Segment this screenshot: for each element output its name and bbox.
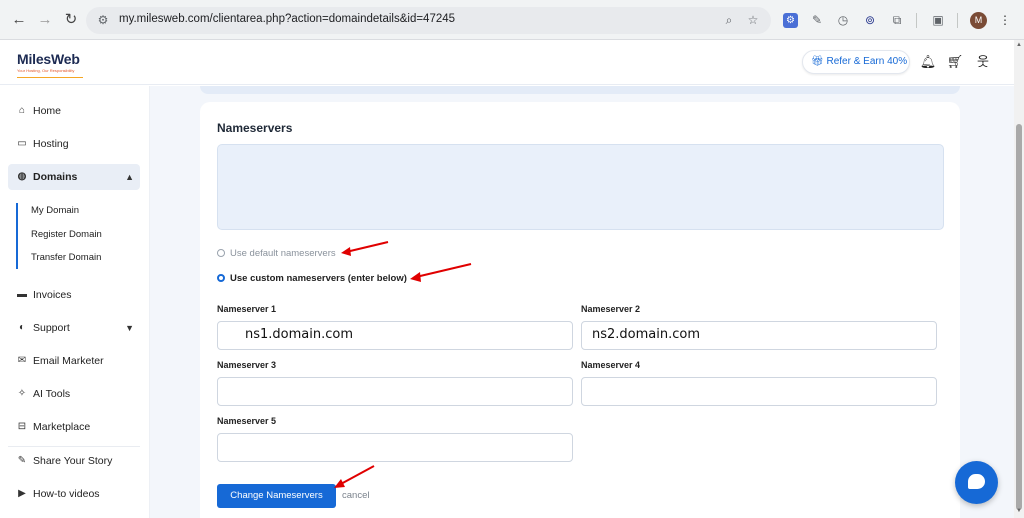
nameserver-1-label: Nameserver 1 [217,304,277,314]
sidebar-item-label: Share Your Story [33,455,113,467]
logo-tagline: Your Hosting, Our Responsibility [17,68,75,73]
sidebar-item-label: How-to videos [33,488,100,500]
refer-label: Refer & Earn 40% [826,56,908,67]
radio-label: Use custom nameservers (enter below) [230,273,407,284]
tab-search-icon[interactable]: ▣ [929,11,947,29]
url-text: my.milesweb.com/clientarea.php?action=do… [119,13,456,25]
annotation-arrow-default [341,241,389,256]
sidebar-item-home[interactable]: ⌂ Home [8,98,140,124]
scroll-up-icon[interactable]: ▲ [1015,42,1023,48]
sidebar-item-invoices[interactable]: ▬ Invoices [8,282,140,308]
app-header: MilesWeb Your Hosting, Our Responsibilit… [0,40,1014,85]
sidebar-item-label: AI Tools [33,388,71,400]
hosting-icon: ▭ [17,138,27,149]
refer-earn-button[interactable]: 🎁︎ Refer & Earn 40% [802,50,910,74]
email-icon: ✉ [17,355,27,366]
sidebar-item-how-to-videos[interactable]: ▶ How-to videos [8,481,140,507]
info-box [217,144,944,230]
globe-icon: ◍ [17,171,27,182]
change-nameservers-button[interactable]: Change Nameservers [217,484,336,508]
nameserver-3-label: Nameserver 3 [217,360,277,370]
address-bar[interactable]: ⚙ my.milesweb.com/clientarea.php?action=… [86,7,771,34]
sidebar-subitem-register-domain[interactable]: Register Domain [31,229,102,240]
link-extension-icon[interactable]: ⊚ [861,11,879,29]
video-icon: ▶ [18,488,26,499]
nameserver-5-input[interactable] [217,433,573,462]
forward-icon[interactable]: → [35,10,55,30]
annotation-arrow-custom [410,263,472,282]
extension-icon[interactable]: ⚙ [783,13,798,28]
sidebar-item-hosting[interactable]: ▭ Hosting [8,131,140,157]
puzzle-icon[interactable]: ⧉ [888,11,906,29]
sidebar-item-label: Support [33,322,70,334]
radio-default-nameservers[interactable]: Use default nameservers [217,248,336,259]
timer-extension-icon[interactable]: ◷ [834,11,852,29]
sidebar-item-label: Marketplace [33,421,91,433]
sidebar-item-share-your-story[interactable]: ✎ Share Your Story [8,448,140,474]
scroll-down-icon[interactable]: ▼ [1015,508,1023,514]
nameserver-3-input[interactable] [217,377,573,406]
ai-icon: ✧ [17,388,27,399]
sidebar-item-label: Invoices [33,289,72,301]
reload-icon[interactable]: ↻ [61,10,81,30]
radio-button[interactable] [217,249,225,257]
chevron-down-icon: ▼ [125,323,134,333]
chat-icon [968,474,985,489]
radio-custom-nameservers[interactable]: Use custom nameservers (enter below) [217,273,407,284]
previous-section-card [200,86,960,94]
zoom-icon[interactable]: ⌕ [721,12,737,28]
chevron-up-icon: ▲ [125,172,134,182]
sidebar-item-label: Home [33,105,62,117]
sidebar-item-label: Hosting [33,138,69,150]
radio-label: Use default nameservers [230,248,336,259]
milesweb-logo[interactable]: MilesWeb Your Hosting, Our Responsibilit… [17,51,83,78]
sidebar-item-marketplace[interactable]: ⊟ Marketplace [8,414,140,440]
nameserver-4-label: Nameserver 4 [581,360,641,370]
sidebar-subitem-transfer-domain[interactable]: Transfer Domain [31,252,101,263]
logo-text: MilesWeb [17,51,80,67]
star-icon[interactable]: ☆ [745,12,761,28]
edit-icon: ✎ [17,455,27,466]
invoice-icon: ▬ [17,289,27,300]
site-settings-icon[interactable]: ⚙ [95,12,111,28]
page-scrollbar[interactable]: ▲ ▼ [1014,40,1024,518]
sidebar-item-email-marketer[interactable]: ✉ Email Marketer [8,348,140,374]
back-icon[interactable]: ← [9,10,29,30]
support-icon: ◐ [18,322,26,333]
sidebar-item-support[interactable]: ◐ Support ▼ [8,315,140,341]
chat-button[interactable] [955,461,998,504]
profile-avatar[interactable]: M [970,12,987,29]
scroll-thumb[interactable] [1016,124,1022,510]
home-icon: ⌂ [18,105,26,116]
sidebar-item-ai-tools[interactable]: ✧ AI Tools [8,381,140,407]
browser-toolbar: ← → ↻ ⚙ my.milesweb.com/clientarea.php?a… [0,0,1024,40]
annotation-arrow-button [334,465,375,488]
sidebar-item-label: Email Marketer [33,355,104,367]
sidebar: ⌂ Home ▭ Hosting ◍ Domains ▲ My Domain R… [0,86,150,518]
section-title: Nameservers [217,121,293,135]
main-content: Nameservers Use default nameservers Use … [150,86,1014,518]
nameserver-2-label: Nameserver 2 [581,304,641,314]
nameservers-card: Nameservers Use default nameservers Use … [200,102,960,518]
user-icon[interactable]: 웃 [974,53,992,71]
cart-icon[interactable]: 🛒︎ [946,53,964,71]
sidebar-subitem-my-domain[interactable]: My Domain [31,205,79,216]
sidebar-item-label: Domains [33,171,78,183]
marketplace-icon: ⊟ [17,421,27,432]
sidebar-item-domains[interactable]: ◍ Domains ▲ [8,164,140,190]
radio-button-selected[interactable] [217,274,225,282]
bell-icon[interactable]: 🔔︎ [919,53,937,71]
menu-icon[interactable]: ⋮ [996,11,1014,29]
nameserver-4-input[interactable] [581,377,937,406]
pen-extension-icon[interactable]: ✎ [808,11,826,29]
gift-icon: 🎁︎ [811,56,824,67]
nameserver-5-label: Nameserver 5 [217,416,277,426]
nameserver-1-input[interactable]: ns1.domain.com [217,321,573,350]
nameserver-2-input[interactable]: ns2.domain.com [581,321,937,350]
